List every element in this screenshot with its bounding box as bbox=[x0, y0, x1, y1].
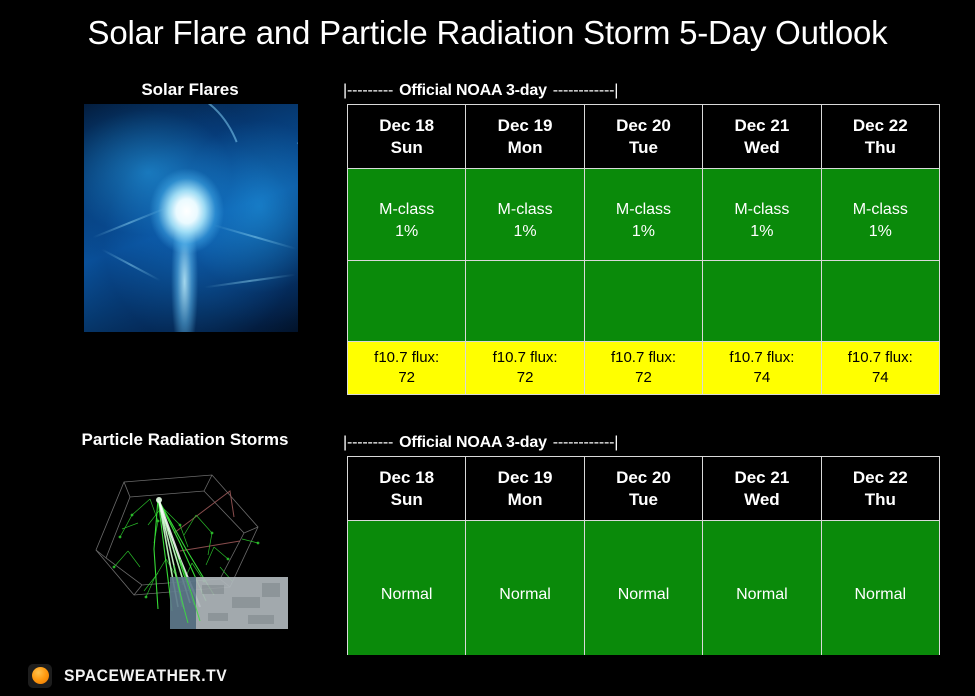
particle-header-weekday-4: Thu bbox=[864, 489, 896, 509]
noaa-bracket-right: ------------| bbox=[552, 82, 619, 99]
f107-value-2: 72 bbox=[635, 369, 652, 386]
flare-header-date-2: Dec 20 bbox=[616, 115, 671, 135]
flare-class-1: M-class bbox=[497, 201, 553, 219]
particle-header-cell-1: Dec 19 Mon bbox=[465, 456, 585, 521]
f107-flux-cell-3: f10.7 flux: 74 bbox=[702, 341, 822, 395]
particle-header-date-3: Dec 21 bbox=[734, 467, 790, 487]
particle-header-cell-2: Dec 20 Tue bbox=[583, 456, 704, 521]
flare-header-weekday-3: Wed bbox=[744, 137, 780, 157]
particle-header-date-1: Dec 19 bbox=[497, 467, 553, 487]
f107-flux-cell-2: f10.7 flux: 72 bbox=[583, 341, 704, 395]
flare-header-cell-2: Dec 20 Tue bbox=[583, 104, 704, 169]
particle-status-cell-2: Normal bbox=[583, 520, 704, 656]
flare-blank-cell-0 bbox=[346, 260, 467, 342]
particle-shower-svg bbox=[62, 455, 306, 630]
solar-flare-forecast-table: Dec 18 Sun Dec 19 Mon Dec 20 Tue Dec 21 … bbox=[346, 104, 941, 395]
f107-label-0: f10.7 flux: bbox=[374, 348, 440, 366]
flare-class-0: M-class bbox=[379, 201, 435, 219]
noaa-3day-bracket-flares: |--------- Official NOAA 3-day ---------… bbox=[343, 80, 618, 102]
brand-wordmark: SPACEWEATHER.TV bbox=[64, 665, 228, 685]
page-title: Solar Flare and Particle Radiation Storm… bbox=[87, 14, 888, 51]
noaa-bracket-left: |--------- bbox=[343, 434, 394, 451]
table-row-header: Dec 18 Sun Dec 19 Mon Dec 20 Tue Dec 21 … bbox=[346, 104, 941, 169]
particle-status-cell-1: Normal bbox=[465, 520, 585, 656]
f107-flux-cell-1: f10.7 flux: 72 bbox=[465, 341, 585, 395]
sun-circle-glyph bbox=[31, 667, 49, 684]
flare-probability-cell-0: M-class 1% bbox=[346, 168, 467, 261]
flare-header-weekday-4: Thu bbox=[864, 137, 896, 157]
particle-status-cell-3: Normal bbox=[702, 520, 822, 656]
particle-header-cell-4: Dec 22 Thu bbox=[820, 456, 941, 521]
table-row-header: Dec 18 Sun Dec 19 Mon Dec 20 Tue Dec 21 … bbox=[346, 456, 941, 521]
f107-label-3: f10.7 flux: bbox=[729, 348, 795, 366]
solar-flare-image bbox=[84, 104, 298, 332]
flare-header-weekday-2: Tue bbox=[628, 137, 658, 157]
particle-storm-forecast-table: Dec 18 Sun Dec 19 Mon Dec 20 Tue Dec 21 … bbox=[346, 456, 941, 656]
flare-class-3: M-class bbox=[734, 201, 790, 219]
f107-label-1: f10.7 flux: bbox=[492, 348, 558, 366]
flare-header-date-4: Dec 22 bbox=[852, 115, 908, 135]
particle-header-date-4: Dec 22 bbox=[852, 467, 908, 487]
flare-header-weekday-0: Sun bbox=[390, 137, 423, 157]
flare-percent-2: 1% bbox=[631, 222, 656, 240]
noaa-3day-bracket-particles: |--------- Official NOAA 3-day ---------… bbox=[343, 432, 618, 454]
flare-header-date-3: Dec 21 bbox=[734, 115, 790, 135]
f107-flux-cell-0: f10.7 flux: 72 bbox=[346, 341, 467, 395]
flare-percent-0: 1% bbox=[395, 222, 419, 240]
particle-header-weekday-2: Tue bbox=[628, 489, 658, 509]
flare-percent-1: 1% bbox=[513, 222, 537, 240]
particle-header-cell-0: Dec 18 Sun bbox=[346, 456, 467, 521]
noaa-bracket-right: ------------| bbox=[552, 434, 619, 451]
noaa-bracket-label: Official NOAA 3-day bbox=[399, 434, 547, 451]
noaa-bracket-left: |--------- bbox=[343, 82, 394, 99]
particle-header-cell-3: Dec 21 Wed bbox=[702, 456, 822, 521]
flare-percent-3: 1% bbox=[750, 222, 774, 240]
table-row-particle-status: Normal Normal Normal Normal Normal bbox=[346, 520, 941, 656]
f107-value-4: 74 bbox=[871, 369, 889, 386]
f107-label-4: f10.7 flux: bbox=[847, 348, 913, 366]
flare-blank-cell-3 bbox=[702, 260, 822, 342]
particle-header-weekday-3: Wed bbox=[744, 489, 780, 509]
flare-header-cell-0: Dec 18 Sun bbox=[346, 104, 467, 169]
f107-value-3: 74 bbox=[753, 369, 771, 386]
f107-flux-cell-4: f10.7 flux: 74 bbox=[820, 341, 941, 395]
particle-status-cell-4: Normal bbox=[820, 520, 941, 656]
particle-storms-caption: Particle Radiation Storms bbox=[81, 430, 289, 449]
particle-shower-image bbox=[62, 455, 306, 630]
flare-class-2: M-class bbox=[615, 201, 672, 219]
flare-header-date-0: Dec 18 bbox=[379, 115, 435, 135]
noaa-bracket-label: Official NOAA 3-day bbox=[399, 82, 547, 99]
flare-header-cell-4: Dec 22 Thu bbox=[820, 104, 941, 169]
flare-blank-cell-2 bbox=[583, 260, 704, 342]
particle-header-date-0: Dec 18 bbox=[379, 467, 435, 487]
flare-header-date-1: Dec 19 bbox=[497, 115, 553, 135]
flare-percent-4: 1% bbox=[868, 222, 892, 240]
flare-header-cell-1: Dec 19 Mon bbox=[465, 104, 585, 169]
table-row-f107-flux: f10.7 flux: 72 f10.7 flux: 72 f10.7 flux… bbox=[346, 341, 941, 395]
flare-blank-cell-1 bbox=[465, 260, 585, 342]
flare-class-4: M-class bbox=[852, 201, 908, 219]
f107-label-2: f10.7 flux: bbox=[610, 348, 676, 366]
particle-header-weekday-0: Sun bbox=[390, 489, 423, 509]
flare-probability-cell-2: M-class 1% bbox=[583, 168, 704, 261]
particle-header-weekday-1: Mon bbox=[507, 489, 543, 509]
sun-circle-icon bbox=[28, 663, 52, 688]
solar-flares-caption: Solar Flares bbox=[141, 80, 239, 99]
flare-probability-cell-4: M-class 1% bbox=[820, 168, 941, 261]
flare-header-cell-3: Dec 21 Wed bbox=[702, 104, 822, 169]
flare-header-weekday-1: Mon bbox=[507, 137, 543, 157]
f107-value-0: 72 bbox=[398, 369, 416, 386]
particle-status-cell-0: Normal bbox=[346, 520, 467, 656]
table-row-flare-probability: M-class 1% M-class 1% M-class 1% M-class… bbox=[346, 168, 941, 261]
flare-probability-cell-1: M-class 1% bbox=[465, 168, 585, 261]
particle-header-date-2: Dec 20 bbox=[616, 467, 671, 487]
footer-bar: SPACEWEATHER.TV bbox=[0, 655, 975, 696]
table-row-flare-blank bbox=[346, 260, 941, 342]
f107-value-1: 72 bbox=[516, 369, 534, 386]
outlook-page: Solar Flare and Particle Radiation Storm… bbox=[0, 0, 975, 696]
flare-probability-cell-3: M-class 1% bbox=[702, 168, 822, 261]
flare-blank-cell-4 bbox=[820, 260, 941, 342]
